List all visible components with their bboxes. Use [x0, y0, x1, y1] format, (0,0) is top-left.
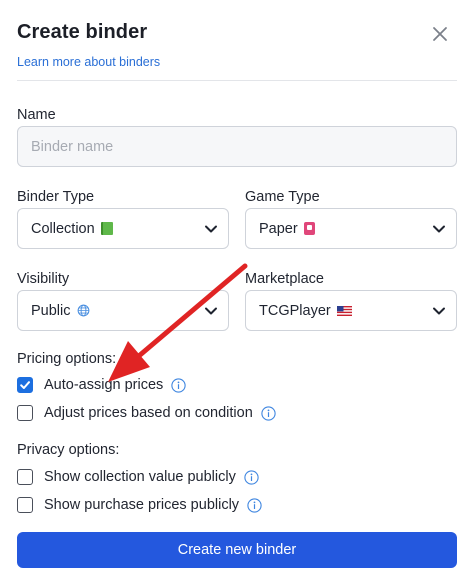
show-purchase-prices-option[interactable]: Show purchase prices publicly [17, 497, 262, 513]
binder-name-placeholder: Binder name [31, 138, 114, 155]
marketplace-label: Marketplace [245, 271, 324, 287]
info-icon[interactable] [171, 377, 186, 393]
us-flag-icon [336, 305, 352, 316]
show-collection-value-checkbox[interactable] [17, 469, 33, 485]
create-binder-dialog: Create binder Learn more about binders N… [0, 0, 472, 580]
pricing-options-title: Pricing options: [17, 351, 117, 367]
show-collection-value-label: Show collection value publicly [44, 469, 236, 485]
create-new-binder-button[interactable]: Create new binder [17, 532, 457, 568]
visibility-label: Visibility [17, 271, 70, 287]
auto-assign-prices-option[interactable]: Auto-assign prices [17, 377, 186, 393]
binder-type-value: Collection [31, 220, 95, 237]
show-collection-value-option[interactable]: Show collection value publicly [17, 469, 259, 485]
adjust-prices-option[interactable]: Adjust prices based on condition [17, 405, 276, 421]
adjust-prices-label: Adjust prices based on condition [44, 405, 253, 421]
info-icon[interactable] [261, 405, 276, 421]
chevron-down-icon [205, 307, 217, 314]
visibility-value: Public [31, 302, 71, 319]
adjust-prices-checkbox[interactable] [17, 405, 33, 421]
game-type-label: Game Type [245, 189, 320, 205]
name-label: Name [17, 107, 56, 123]
info-icon[interactable] [244, 469, 259, 485]
show-purchase-prices-checkbox[interactable] [17, 497, 33, 513]
binder-name-input[interactable]: Binder name [17, 126, 457, 167]
chevron-down-icon [205, 225, 217, 232]
game-type-select[interactable]: Paper [245, 208, 457, 249]
auto-assign-prices-label: Auto-assign prices [44, 377, 164, 393]
green-book-icon [100, 222, 113, 235]
info-icon[interactable] [247, 497, 262, 513]
globe-icon [77, 304, 89, 317]
chevron-down-icon [433, 307, 445, 314]
card-icon [303, 222, 315, 235]
binder-type-label: Binder Type [17, 189, 95, 205]
game-type-value: Paper [259, 220, 298, 237]
header-divider [17, 80, 457, 81]
binder-type-select[interactable]: Collection [17, 208, 229, 249]
learn-more-link[interactable]: Learn more about binders [17, 55, 160, 69]
privacy-options-title: Privacy options: [17, 442, 120, 458]
marketplace-value: TCGPlayer [259, 302, 331, 319]
dialog-title: Create binder [17, 21, 148, 43]
show-purchase-prices-label: Show purchase prices publicly [44, 497, 240, 513]
chevron-down-icon [433, 225, 445, 232]
auto-assign-prices-checkbox[interactable] [17, 377, 33, 393]
marketplace-select[interactable]: TCGPlayer [245, 290, 457, 331]
close-icon[interactable] [430, 24, 450, 44]
visibility-select[interactable]: Public [17, 290, 229, 331]
